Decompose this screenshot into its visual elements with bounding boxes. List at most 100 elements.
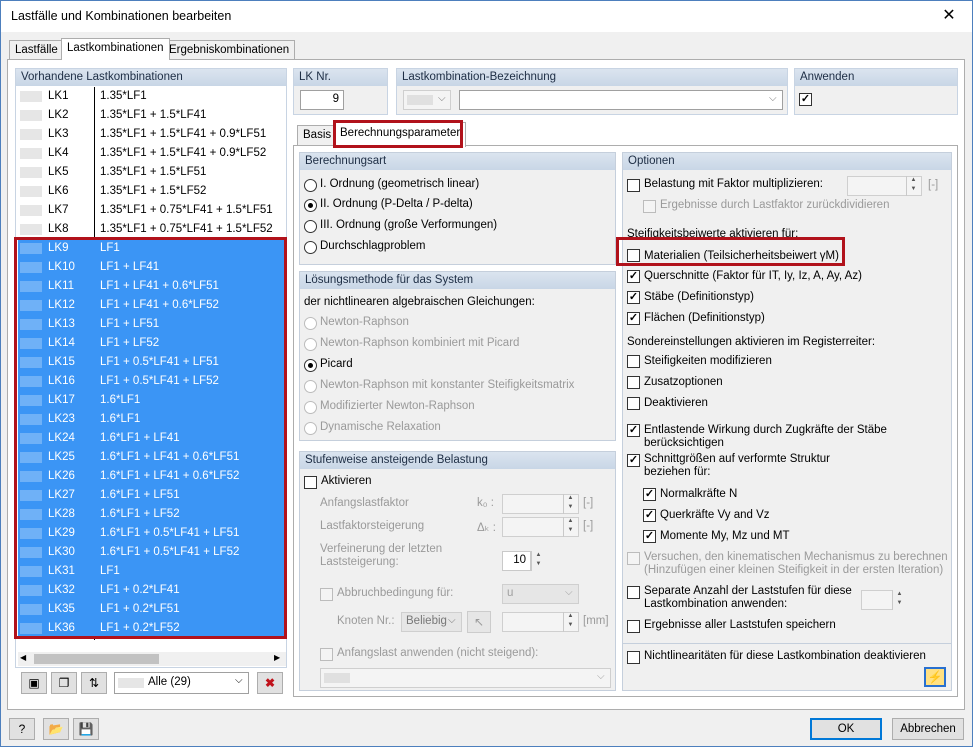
list-item[interactable]: LK10 LF1 + LF41 (18, 258, 286, 277)
radio-picard[interactable] (304, 359, 317, 372)
radio-newton[interactable] (304, 317, 317, 330)
momente-checkbox[interactable]: ✓ (643, 530, 656, 543)
scroll-right-icon[interactable]: ▶ (274, 653, 280, 662)
list-item[interactable]: LK23 1.6*LF1 (18, 410, 286, 429)
list-item[interactable]: LK17 1.6*LF1 (18, 391, 286, 410)
entlastend-checkbox[interactable]: ✓ (627, 424, 640, 437)
flaechen-checkbox[interactable]: ✓ (627, 312, 640, 325)
list-item[interactable]: LK16 LF1 + 0.5*LF41 + LF52 (18, 372, 286, 391)
versuch-checkbox[interactable] (627, 552, 640, 565)
radio-ordnung-1[interactable] (304, 179, 317, 192)
spinner-icon[interactable]: ▲ ▼ (906, 176, 920, 196)
schnitt-checkbox[interactable]: ✓ (627, 454, 640, 467)
tab-lastkombinationen[interactable]: Lastkombinationen (61, 38, 170, 60)
list-item[interactable]: LK31 LF1 (18, 562, 286, 581)
anfangslast-checkbox[interactable] (320, 648, 333, 661)
steif-mod-checkbox[interactable] (627, 355, 640, 368)
list-item[interactable]: LK29 1.6*LF1 + 0.5*LF41 + LF51 (18, 524, 286, 543)
faktor-checkbox[interactable] (627, 179, 640, 192)
abbruch-checkbox[interactable] (320, 588, 333, 601)
list-item[interactable]: LK25 1.6*LF1 + LF41 + 0.6*LF51 (18, 448, 286, 467)
close-icon[interactable]: ✕ (926, 1, 972, 31)
alle-stufen-checkbox[interactable] (627, 620, 640, 633)
separate-input[interactable] (861, 590, 893, 610)
list-item[interactable]: LK3 1.35*LF1 + 1.5*LF41 + 0.9*LF51 (18, 125, 286, 144)
list-item[interactable]: LK30 1.6*LF1 + 0.5*LF41 + LF52 (18, 543, 286, 562)
list-item[interactable]: LK9 LF1 (18, 239, 286, 258)
horizontal-scrollbar[interactable]: ◀ ▶ (18, 652, 286, 666)
knoten-select[interactable]: Beliebig ⌵ (401, 612, 462, 632)
radio-mod-newton[interactable] (304, 401, 317, 414)
list-item[interactable]: LK27 1.6*LF1 + LF51 (18, 486, 286, 505)
color-swatch (20, 205, 42, 216)
radio-ordnung-3[interactable] (304, 220, 317, 233)
bezeichnung-input[interactable] (459, 90, 783, 110)
list-item[interactable]: LK15 LF1 + 0.5*LF41 + LF51 (18, 353, 286, 372)
radio-dyn-relax[interactable] (304, 422, 317, 435)
subtab-basis[interactable]: Basis (297, 125, 338, 145)
spinner-icon[interactable]: ▲ ▼ (563, 517, 577, 537)
list-item[interactable]: LK14 LF1 + LF52 (18, 334, 286, 353)
open-folder-icon[interactable]: 📂 (43, 718, 69, 740)
combination-name: LK12 (48, 299, 75, 311)
ok-button[interactable]: OK (810, 718, 882, 740)
list-item[interactable]: LK1 1.35*LF1 (18, 87, 286, 106)
radio-newton-const[interactable] (304, 380, 317, 393)
info-settings-icon[interactable]: ⚡ (924, 667, 946, 687)
radio-ordnung-2[interactable] (304, 199, 317, 212)
lk-nr-input[interactable]: 9 (300, 90, 344, 110)
deaktivieren-checkbox[interactable] (627, 397, 640, 410)
new-combination-icon[interactable]: ▣ (21, 672, 47, 694)
spinner-icon[interactable]: ▲ ▼ (563, 494, 577, 514)
spinner-icon[interactable]: ▲ ▼ (563, 612, 577, 632)
list-item[interactable]: LK32 LF1 + 0.2*LF41 (18, 581, 286, 600)
subtab-berechnungsparameter[interactable]: Berechnungsparameter (334, 122, 467, 147)
list-item[interactable]: LK11 LF1 + LF41 + 0.6*LF51 (18, 277, 286, 296)
tab-ergebniskombinationen[interactable]: Ergebniskombinationen (163, 40, 296, 60)
anwenden-checkbox[interactable]: ✓ (799, 93, 812, 106)
copy-combination-icon[interactable]: ❐ (51, 672, 77, 694)
separate-checkbox[interactable] (627, 586, 640, 599)
save-icon[interactable]: 💾 (73, 718, 99, 740)
list-item[interactable]: LK26 1.6*LF1 + LF41 + 0.6*LF52 (18, 467, 286, 486)
combination-list[interactable]: LK1 1.35*LF1 LK2 1.35*LF1 + 1.5*LF41 LK3 1.35… (18, 87, 286, 640)
filter-select[interactable]: Alle (29) ⌵ (114, 672, 249, 694)
radio-durchschlag[interactable] (304, 241, 317, 254)
normal-checkbox[interactable]: ✓ (643, 488, 656, 501)
list-item[interactable]: LK35 LF1 + 0.2*LF51 (18, 600, 286, 619)
list-item[interactable]: LK7 1.35*LF1 + 0.75*LF41 + 1.5*LF51 (18, 201, 286, 220)
help-icon[interactable]: ? (9, 718, 35, 740)
quer-checkbox[interactable]: ✓ (643, 509, 656, 522)
spinner-icon[interactable]: ▲ ▼ (892, 590, 906, 610)
nichtlin-checkbox[interactable] (627, 651, 640, 664)
scroll-left-icon[interactable]: ◀ (20, 653, 26, 662)
tab-lastfaelle[interactable]: Lastfälle (9, 40, 64, 60)
verfeinerung-input[interactable]: 10 (502, 551, 531, 571)
list-item[interactable]: LK36 LF1 + 0.2*LF52 (18, 619, 286, 638)
list-item[interactable]: LK5 1.35*LF1 + 1.5*LF51 (18, 163, 286, 182)
list-item[interactable]: LK6 1.35*LF1 + 1.5*LF52 (18, 182, 286, 201)
list-item[interactable]: LK2 1.35*LF1 + 1.5*LF41 (18, 106, 286, 125)
delete-icon[interactable]: ✖ (257, 672, 283, 694)
spinner-icon[interactable]: ▲ ▼ (531, 551, 545, 571)
list-item[interactable]: LK12 LF1 + LF41 + 0.6*LF52 (18, 296, 286, 315)
anfangslast-select[interactable]: ⌵ (320, 668, 611, 688)
list-item[interactable]: LK28 1.6*LF1 + LF52 (18, 505, 286, 524)
zurueck-checkbox[interactable] (643, 200, 656, 213)
abbruch-select[interactable]: u ⌵ (502, 584, 579, 604)
bezeichnung-prefix-select[interactable]: ⌵ (403, 90, 451, 110)
list-item[interactable]: LK24 1.6*LF1 + LF41 (18, 429, 286, 448)
materialien-checkbox[interactable] (627, 249, 640, 262)
pick-node-icon[interactable]: ↖ (467, 611, 491, 633)
staebe-checkbox[interactable]: ✓ (627, 291, 640, 304)
scroll-thumb[interactable] (34, 654, 159, 664)
cancel-button[interactable]: Abbrechen (892, 718, 964, 740)
aktivieren-checkbox[interactable] (304, 476, 317, 489)
zusatz-checkbox[interactable] (627, 376, 640, 389)
querschnitte-checkbox[interactable]: ✓ (627, 270, 640, 283)
renumber-icon[interactable]: ⇅ (81, 672, 107, 694)
list-item[interactable]: LK8 1.35*LF1 + 0.75*LF41 + 1.5*LF52 (18, 220, 286, 239)
radio-newton-picard[interactable] (304, 338, 317, 351)
list-item[interactable]: LK13 LF1 + LF51 (18, 315, 286, 334)
list-item[interactable]: LK4 1.35*LF1 + 1.5*LF41 + 0.9*LF52 (18, 144, 286, 163)
